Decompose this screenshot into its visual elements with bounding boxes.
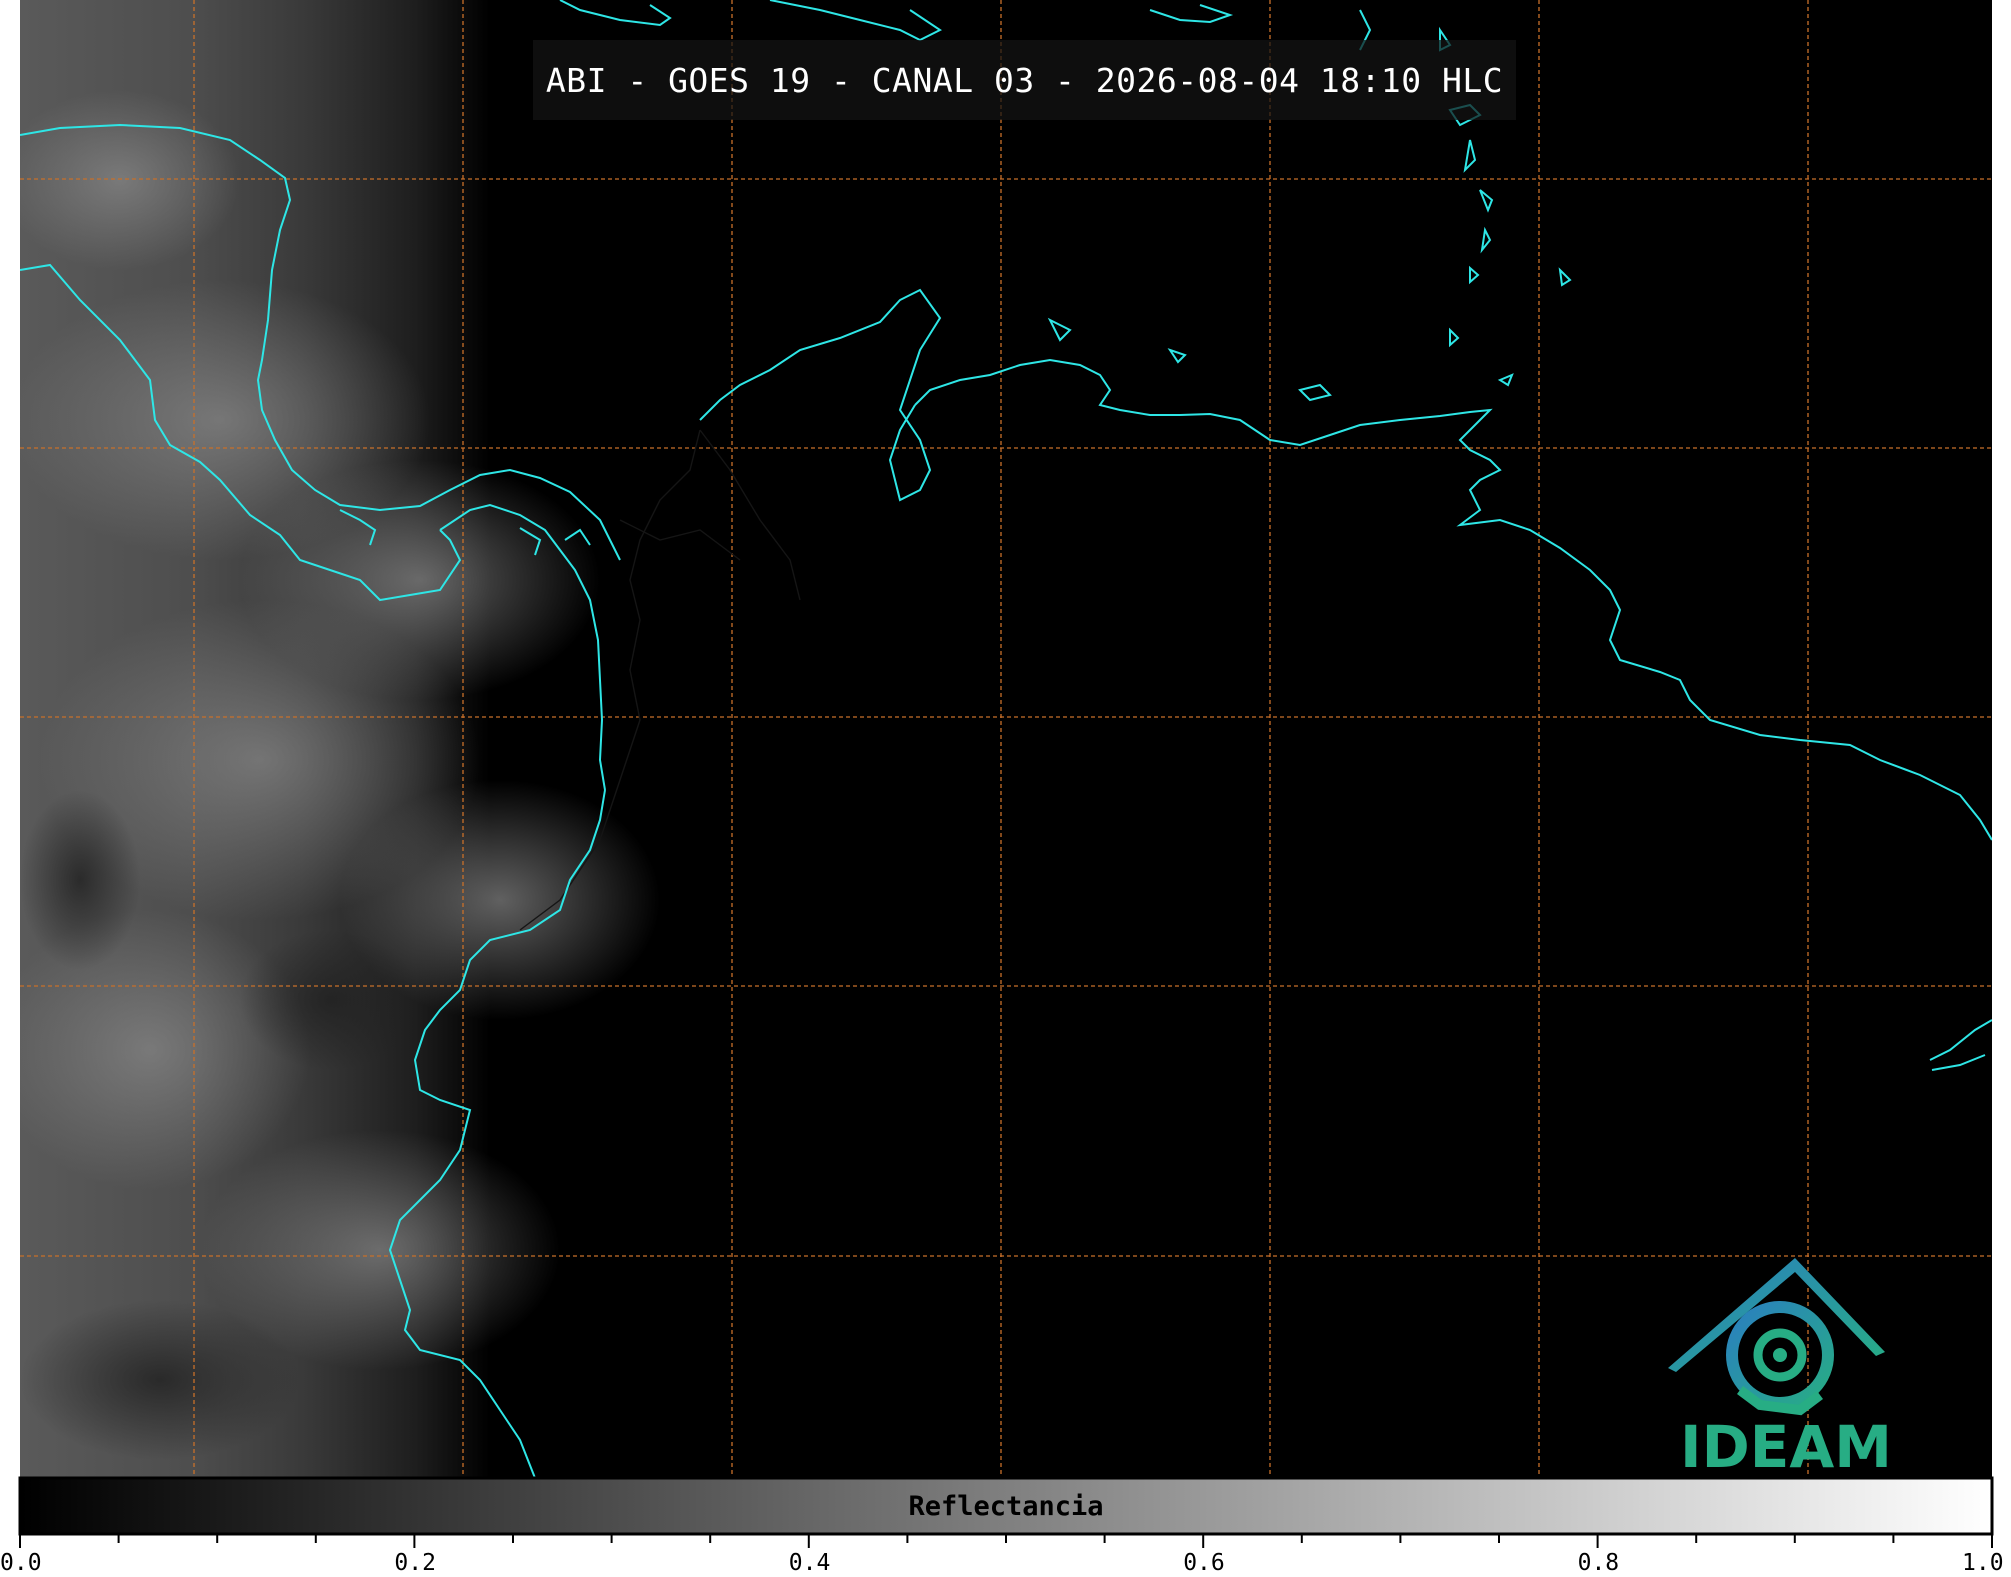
colorbar-tick-label: 0.4 (788, 1550, 831, 1576)
satellite-map (18, 0, 1994, 1548)
colorbar-label: Reflectancia (908, 1491, 1104, 1522)
ideam-logo-text: IDEAM (1680, 1413, 1892, 1481)
image-title-box: ABI - GOES 19 - CANAL 03 - 2026-08-04 18… (533, 40, 1516, 120)
satellite-image-page: ABI - GOES 19 - CANAL 03 - 2026-08-04 18… (0, 0, 2011, 1577)
colorbar-tick-label: 0.6 (1183, 1550, 1225, 1576)
image-title: ABI - GOES 19 - CANAL 03 - 2026-08-04 18… (545, 60, 1504, 100)
colorbar-tick-label: 0.8 (1577, 1550, 1620, 1576)
colorbar-tick-label: 1.0 (1962, 1550, 2004, 1576)
colorbar-tick-label: 0.2 (394, 1550, 436, 1576)
colorbar-ticks (19, 1534, 1993, 1548)
colorbar-tick-label: 0.0 (0, 1550, 42, 1576)
